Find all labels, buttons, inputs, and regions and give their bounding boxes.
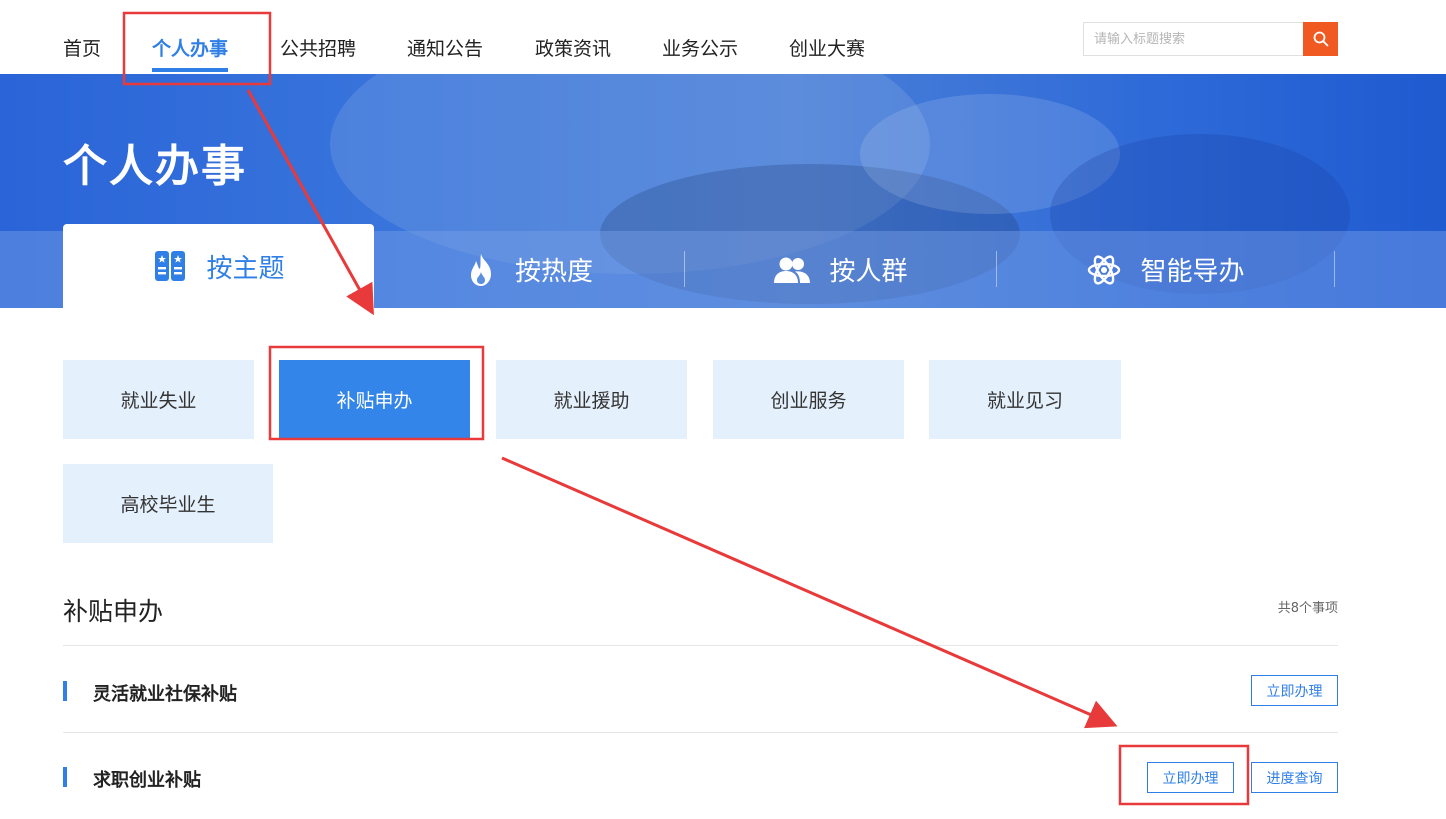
tab-by-popularity[interactable]: 按热度 bbox=[374, 231, 684, 308]
tab-label: 按主题 bbox=[206, 253, 285, 284]
page-title: 个人办事 bbox=[63, 141, 247, 192]
theme-book-icon bbox=[155, 251, 186, 281]
progress-query-button[interactable]: 进度查询 bbox=[1251, 762, 1338, 793]
annotation-arrow bbox=[501, 456, 1118, 729]
search-box bbox=[1083, 22, 1338, 56]
list-item-title[interactable]: 求职创业补贴 bbox=[93, 766, 201, 792]
top-navigation: 首页 个人办事 公共招聘 通知公告 政策资讯 业务公示 创业大赛 bbox=[0, 0, 1446, 74]
nav-home[interactable]: 首页 bbox=[63, 34, 101, 61]
category-employment-internship[interactable]: 就业见习 bbox=[929, 360, 1121, 439]
row-marker bbox=[63, 681, 67, 701]
tab-smart-guide[interactable]: 智能导办 bbox=[997, 231, 1334, 308]
nav-business-publicity[interactable]: 业务公示 bbox=[662, 34, 738, 61]
tab-label: 智能导办 bbox=[1140, 257, 1245, 287]
category-employment-unemployment[interactable]: 就业失业 bbox=[63, 360, 254, 439]
flame-icon bbox=[470, 253, 491, 286]
hero-banner: 个人办事 按主题 按热度 按人群 智能导办 bbox=[0, 74, 1446, 308]
nav-entrepreneurship-contest[interactable]: 创业大赛 bbox=[789, 34, 865, 61]
nav-notices[interactable]: 通知公告 bbox=[407, 34, 483, 61]
category-subsidy-application[interactable]: 补贴申办 bbox=[279, 360, 470, 439]
people-icon bbox=[774, 257, 811, 283]
search-icon bbox=[1313, 31, 1328, 47]
nav-policy-news[interactable]: 政策资讯 bbox=[535, 34, 611, 61]
category-college-graduates[interactable]: 高校毕业生 bbox=[63, 464, 273, 543]
divider bbox=[63, 645, 1338, 646]
item-count: 共8个事项 bbox=[1277, 601, 1338, 616]
category-employment-assistance[interactable]: 就业援助 bbox=[496, 360, 687, 439]
category-tab-bar: 按主题 按热度 按人群 智能导办 bbox=[0, 224, 1446, 308]
search-input[interactable] bbox=[1084, 23, 1304, 55]
search-button[interactable] bbox=[1303, 22, 1338, 56]
nav-active-indicator bbox=[152, 68, 228, 72]
apply-now-button[interactable]: 立即办理 bbox=[1251, 675, 1338, 706]
divider bbox=[63, 732, 1338, 733]
list-item-title[interactable]: 灵活就业社保补贴 bbox=[93, 680, 237, 706]
category-entrepreneurship-service[interactable]: 创业服务 bbox=[713, 360, 904, 439]
atom-icon bbox=[1088, 254, 1121, 285]
nav-personal-affairs[interactable]: 个人办事 bbox=[152, 34, 228, 61]
row-marker bbox=[63, 767, 67, 787]
nav-public-recruitment[interactable]: 公共招聘 bbox=[280, 34, 356, 61]
tab-divider bbox=[1334, 251, 1335, 287]
section-title: 补贴申办 bbox=[63, 597, 164, 626]
tab-label: 按人群 bbox=[829, 257, 908, 287]
tab-by-group[interactable]: 按人群 bbox=[685, 231, 996, 308]
tab-by-theme[interactable]: 按主题 bbox=[63, 224, 374, 308]
apply-now-button[interactable]: 立即办理 bbox=[1147, 762, 1234, 793]
tab-label: 按热度 bbox=[514, 257, 593, 287]
